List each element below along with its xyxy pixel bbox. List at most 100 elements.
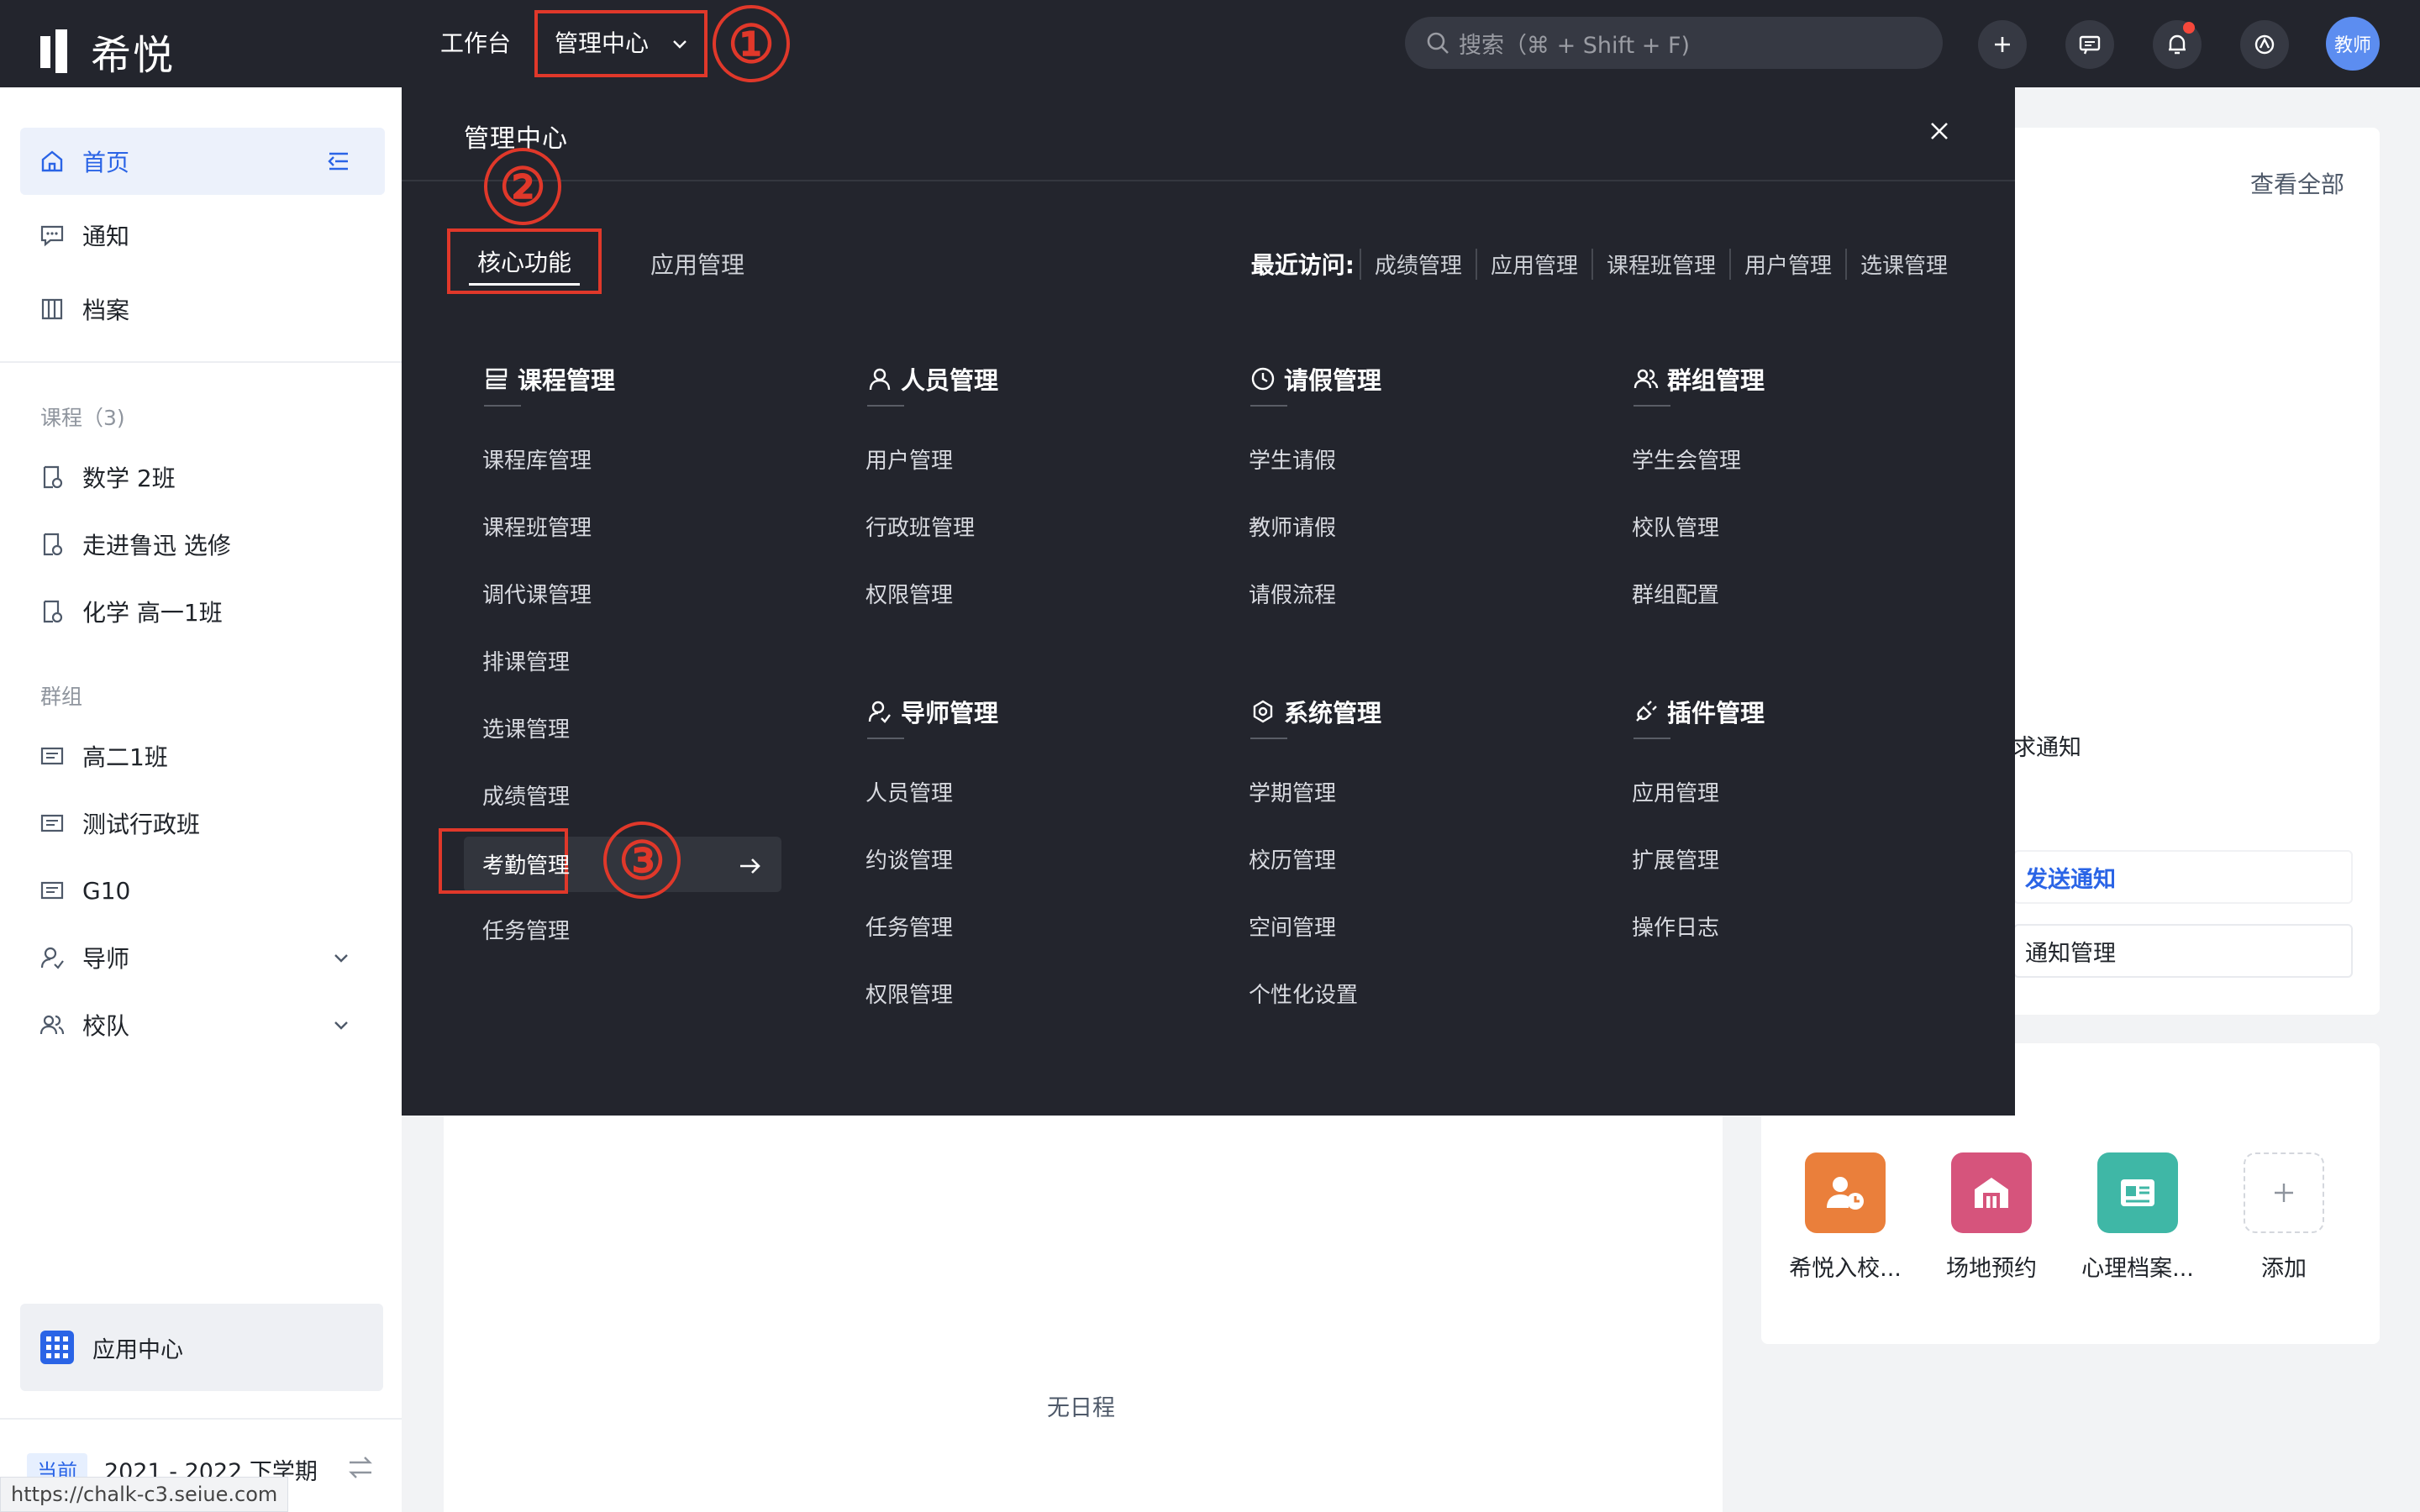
recent-link[interactable]: 课程班管理 xyxy=(1591,248,1729,280)
menu-item[interactable]: 课程库管理 xyxy=(482,444,592,475)
menu-item[interactable]: 校历管理 xyxy=(1249,843,1336,874)
assistant-button[interactable] xyxy=(2240,20,2289,69)
venue-booking-icon xyxy=(1951,1152,2032,1233)
menu-item[interactable]: 请假流程 xyxy=(1249,578,1336,609)
sidebar-item-label: 高二1班 xyxy=(82,743,168,771)
menu-item[interactable]: 课程班管理 xyxy=(482,511,592,542)
recent-link[interactable]: 用户管理 xyxy=(1728,248,1845,280)
app-tile-venue[interactable]: 场地预约 xyxy=(1916,1152,2067,1283)
category-leave: 请假管理 xyxy=(1250,361,1381,407)
sidebar-item-home[interactable]: 首页 xyxy=(20,128,385,195)
category-title: 群组管理 xyxy=(1667,366,1765,395)
menu-item[interactable]: 行政班管理 xyxy=(865,511,975,542)
menu-item[interactable]: 教师请假 xyxy=(1249,511,1336,542)
recent-label: 最近访问: xyxy=(1250,251,1355,279)
view-all-link[interactable]: 查看全部 xyxy=(2250,166,2344,200)
tab-core-functions[interactable]: 核心功能 xyxy=(447,228,602,294)
menu-item[interactable]: 扩展管理 xyxy=(1632,843,1719,874)
course-icon xyxy=(43,533,63,556)
menu-item[interactable]: 群组配置 xyxy=(1632,578,1719,609)
chat-bubble-icon xyxy=(40,225,64,247)
sidebar-item-label: 测试行政班 xyxy=(82,811,201,838)
menu-item[interactable]: 学生会管理 xyxy=(1632,444,1741,475)
notification-button[interactable] xyxy=(2153,20,2202,69)
menu-item[interactable]: 权限管理 xyxy=(865,978,953,1009)
app-tile-psych[interactable]: 心理档案... xyxy=(2062,1152,2213,1283)
app-tile-label: 希悦入校... xyxy=(1789,1256,1902,1282)
category-course: 课程管理 xyxy=(484,361,616,407)
menu-item[interactable]: 任务管理 xyxy=(482,914,570,945)
nav-admin-center[interactable]: 管理中心 xyxy=(534,10,708,77)
sidebar-item-tutor[interactable]: 导师 xyxy=(20,924,385,991)
chevron-down-icon[interactable] xyxy=(331,948,351,968)
menu-item[interactable]: 约谈管理 xyxy=(865,843,953,874)
tab-app-management[interactable]: 应用管理 xyxy=(650,247,744,281)
sidebar-divider xyxy=(0,361,402,363)
group-icon xyxy=(40,881,64,900)
category-system: 系统管理 xyxy=(1250,694,1382,739)
category-title: 系统管理 xyxy=(1284,699,1382,727)
app-tile-entry[interactable]: 希悦入校... xyxy=(1770,1152,1921,1283)
sidebar-item-course[interactable]: 化学 高一1班 xyxy=(20,578,385,645)
sidebar-item-team[interactable]: 校队 xyxy=(20,991,385,1058)
close-icon[interactable] xyxy=(1929,121,1949,141)
sidebar-item-label: 通知 xyxy=(82,223,130,250)
sidebar-item-course[interactable]: 数学 2班 xyxy=(20,444,385,511)
clock-icon xyxy=(1251,367,1275,391)
send-notice-button[interactable]: 发送通知 xyxy=(2013,850,2353,904)
menu-item[interactable]: 学生请假 xyxy=(1249,444,1336,475)
menu-item[interactable]: 个性化设置 xyxy=(1249,978,1358,1009)
menu-item[interactable]: 空间管理 xyxy=(1249,911,1336,942)
sidebar-item-archive[interactable]: 档案 xyxy=(20,276,385,343)
sidebar-item-course[interactable]: 走进鲁迅 选修 xyxy=(20,511,385,578)
plus-button[interactable] xyxy=(1978,20,2027,69)
avatar[interactable]: 教师 xyxy=(2326,17,2380,71)
sidebar-item-notice[interactable]: 通知 xyxy=(20,202,385,269)
menu-item-attendance[interactable]: 考勤管理 xyxy=(482,848,570,879)
notice-manage-button[interactable]: 通知管理 xyxy=(2013,924,2353,978)
menu-item[interactable]: 操作日志 xyxy=(1632,911,1719,942)
swap-icon[interactable] xyxy=(346,1453,375,1482)
app-center-label: 应用中心 xyxy=(92,1336,183,1363)
logo-mark-icon xyxy=(37,29,86,73)
settings-icon xyxy=(1253,700,1273,723)
menu-item[interactable]: 权限管理 xyxy=(865,578,953,609)
menu-item[interactable]: 学期管理 xyxy=(1249,776,1336,807)
logo[interactable]: 希悦 xyxy=(37,22,175,81)
chevron-down-icon[interactable] xyxy=(331,1015,351,1035)
recent-link[interactable]: 选课管理 xyxy=(1844,248,1961,280)
menu-item[interactable]: 应用管理 xyxy=(1632,776,1719,807)
recent-link[interactable]: 成绩管理 xyxy=(1359,248,1476,280)
courses-section-title: 课程（3) xyxy=(40,406,125,430)
sidebar-item-group[interactable]: G10 xyxy=(20,857,385,924)
app-tile-label: 场地预约 xyxy=(1946,1256,2037,1282)
menu-item[interactable]: 选课管理 xyxy=(482,712,570,743)
tutor-icon xyxy=(40,947,64,969)
menu-item[interactable]: 排课管理 xyxy=(482,645,570,676)
app-center-button[interactable]: 应用中心 xyxy=(20,1304,383,1391)
message-button[interactable] xyxy=(2065,20,2114,69)
category-title: 课程管理 xyxy=(518,366,616,395)
sidebar: 首页 通知 档案 课程（3) 数学 2班 走进鲁迅 选修 化学 高一1班 群组 … xyxy=(0,87,402,1512)
menu-item[interactable]: 成绩管理 xyxy=(482,780,570,811)
nav-workbench[interactable]: 工作台 xyxy=(440,25,511,62)
recent-link[interactable]: 应用管理 xyxy=(1475,248,1591,280)
menu-item[interactable]: 调代课管理 xyxy=(482,578,592,609)
logo-text: 希悦 xyxy=(91,32,176,79)
menu-item[interactable]: 任务管理 xyxy=(865,911,953,942)
menu-item[interactable]: 校队管理 xyxy=(1632,511,1719,542)
menu-item[interactable]: 用户管理 xyxy=(865,444,953,475)
search-input[interactable]: 搜索（⌘ + Shift + F) xyxy=(1405,17,1943,69)
no-schedule-text: 无日程 xyxy=(1047,1395,1115,1421)
schedule-card xyxy=(444,1092,1723,1512)
collapse-menu-icon[interactable] xyxy=(326,149,351,174)
app-tile-add[interactable]: 添加 xyxy=(2208,1152,2360,1283)
arrow-right-icon[interactable] xyxy=(738,853,763,879)
request-notice-text: 求通知 xyxy=(2013,735,2081,761)
grid-apps-icon xyxy=(40,1331,74,1364)
category-plugin: 插件管理 xyxy=(1634,694,1765,739)
sidebar-item-group[interactable]: 高二1班 xyxy=(20,722,385,790)
sidebar-item-label: 档案 xyxy=(82,297,130,324)
menu-item[interactable]: 人员管理 xyxy=(865,776,953,807)
sidebar-item-group[interactable]: 测试行政班 xyxy=(20,790,385,857)
